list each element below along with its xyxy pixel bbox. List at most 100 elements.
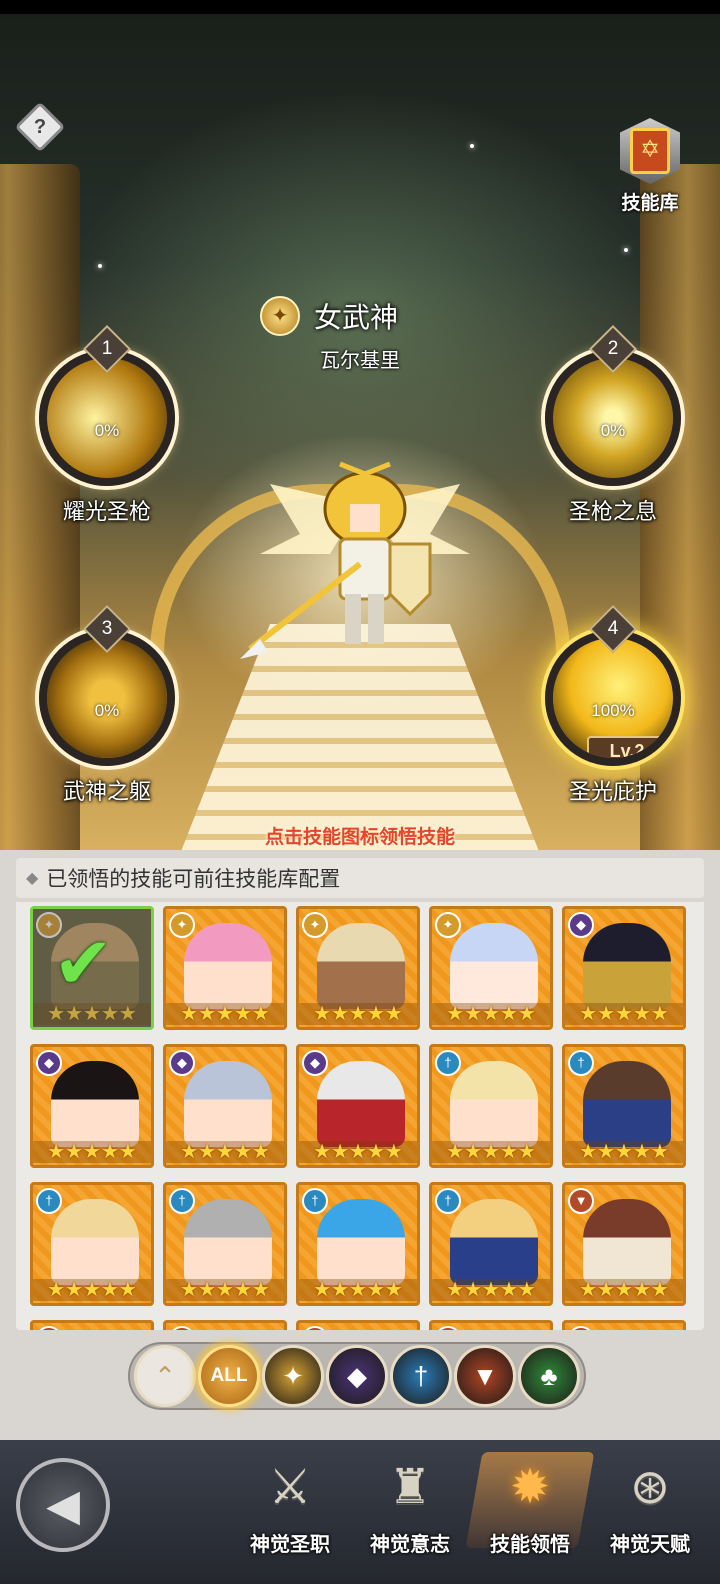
hero-card[interactable]: † ★ ★ ★ ★ ★ (429, 1044, 553, 1168)
star-icon: ★ (47, 1141, 66, 1163)
star-icon: ★ (100, 1141, 119, 1163)
back-button[interactable]: ◀ (16, 1458, 110, 1552)
star-rating: ★ ★ ★ ★ ★ (299, 1141, 417, 1163)
hero-card[interactable]: ▼★★★★★ (562, 1320, 686, 1330)
star-icon: ★ (464, 1279, 483, 1301)
holy-faction-icon: † (36, 1188, 62, 1214)
hero-card[interactable]: † ★ ★ ★ ★ ★ (429, 1182, 553, 1306)
star-icon: ★ (313, 1003, 332, 1025)
star-rating: ★ ★ ★ ★ ★ (33, 1279, 151, 1301)
skill-slot-1[interactable]: 1 0% 耀光圣枪 (32, 324, 182, 526)
hero-portrait (450, 1061, 538, 1147)
hero-card[interactable]: ▼★★★★★ (429, 1320, 553, 1330)
hero-card[interactable]: ▼★★★★★ (296, 1320, 420, 1330)
hero-card[interactable]: ▼★★★★★ (562, 1182, 686, 1306)
skill-library-button[interactable]: ✡ 技能库 (610, 118, 690, 215)
star-rating: ★ ★ ★ ★ ★ (166, 1003, 284, 1025)
hero-card[interactable]: ✦ ★ ★ ★ ★ ★ ✔ (30, 906, 154, 1030)
holy-faction-icon: † (302, 1188, 328, 1214)
hero-scene: ? ✡ 技能库 ✦ 女武神 瓦尔基里 1 0% 耀光圣枪 2 0% 圣枪之息 3… (0, 14, 720, 850)
star-icon: ★ (180, 1141, 199, 1163)
all-filter-icon[interactable]: ALL (198, 1345, 260, 1407)
star-icon: ★ (579, 1141, 598, 1163)
hero-card[interactable]: ◆ ★ ★ ★ ★ ★ (30, 1044, 154, 1168)
sparkle (98, 264, 102, 268)
skill-name: 武神之躯 (62, 779, 151, 804)
holy-faction-icon[interactable]: † (390, 1345, 452, 1407)
double-chevron-icon: ◆ (26, 870, 39, 887)
hero-card[interactable]: † ★ ★ ★ ★ ★ (163, 1182, 287, 1306)
star-icon: ★ (517, 1003, 536, 1025)
hero-card[interactable]: ▼★★★★★ (163, 1320, 287, 1330)
skill-comprehension-icon: ✹ (509, 1461, 551, 1514)
hero-card[interactable]: † ★ ★ ★ ★ ★ (562, 1044, 686, 1168)
hero-card[interactable]: ✦ ★ ★ ★ ★ ★ (429, 906, 553, 1030)
dark-faction-icon: ◆ (302, 1050, 328, 1076)
help-button[interactable]: ? (14, 101, 66, 153)
checkmark-icon: ✔ (53, 924, 114, 1004)
star-icon: ★ (198, 1279, 217, 1301)
star-icon: ★ (632, 1003, 651, 1025)
nature-faction-icon[interactable]: ♣ (518, 1345, 580, 1407)
star-icon: ★ (615, 1003, 633, 1025)
hero-card[interactable]: ◆ ★ ★ ★ ★ ★ (562, 906, 686, 1030)
star-icon: ★ (198, 1141, 217, 1163)
spellbook-icon: ✡ (620, 118, 680, 184)
star-icon: ★ (366, 1003, 385, 1025)
hero-portrait (184, 1061, 272, 1147)
nav-tab-sacred-class[interactable]: ⚔ 神觉圣职 (234, 1450, 346, 1557)
hero-card[interactable]: † ★ ★ ★ ★ ★ (30, 1182, 154, 1306)
divine-will-icon: ♜ (388, 1461, 432, 1514)
nav-tab-skill-comprehension[interactable]: ✹ 技能领悟 (474, 1450, 586, 1557)
chevron-up-icon[interactable]: ⌃ (134, 1345, 196, 1407)
star-icon: ★ (251, 1003, 270, 1025)
skill-slot-3[interactable]: 3 0% 武神之躯 (32, 604, 182, 806)
hero-portrait (317, 1061, 405, 1147)
hero-grid-scroll[interactable]: ✦ ★ ★ ★ ★ ★ ✔ ✦ ★ ★ ★ ★ ★ ✦ ★ ★ ★ ★ ★ ✦ ★ ★ ★ ★ ★ ◆ ★ ★ ★ ★ ★ ◆ ★ ★ ★ ★ ★ ◆ ★ ★… (16, 902, 704, 1330)
hero-name-row: ✦ 女武神 (260, 296, 398, 336)
dark-faction-icon[interactable]: ◆ (326, 1345, 388, 1407)
star-icon: ★ (331, 1279, 350, 1301)
hero-card[interactable]: ✦ ★ ★ ★ ★ ★ (163, 906, 287, 1030)
star-icon: ★ (597, 1003, 616, 1025)
star-rating: ★ ★ ★ ★ ★ (299, 1279, 417, 1301)
skill-number: 3 (101, 618, 113, 639)
hero-card[interactable]: ✦ ★ ★ ★ ★ ★ (296, 906, 420, 1030)
divine-talent-icon: ⊛ (629, 1461, 671, 1514)
hero-card[interactable]: ◆ ★ ★ ★ ★ ★ (296, 1044, 420, 1168)
hero-portrait (184, 923, 272, 1009)
skill-slot-4[interactable]: 4 100% Lv.2 圣光庇护 (538, 604, 688, 806)
dark-faction-icon: ◆ (169, 1050, 195, 1076)
star-icon: ★ (100, 1279, 119, 1301)
light-faction-icon[interactable]: ✦ (262, 1345, 324, 1407)
hero-card[interactable]: ▼★★★★★ (30, 1320, 154, 1330)
star-icon: ★ (464, 1141, 483, 1163)
hero-card[interactable]: † ★ ★ ★ ★ ★ (296, 1182, 420, 1306)
skill-slot-2[interactable]: 2 0% 圣枪之息 (538, 324, 688, 526)
hero-card[interactable]: ◆ ★ ★ ★ ★ ★ (163, 1044, 287, 1168)
back-arrow-icon: ◀ (46, 1480, 80, 1530)
hero-title: 女武神 (314, 302, 399, 333)
beast-faction-icon: ▼ (568, 1326, 594, 1330)
star-rating: ★ ★ ★ ★ ★ (565, 1141, 683, 1163)
beast-faction-icon[interactable]: ▼ (454, 1345, 516, 1407)
star-icon: ★ (83, 1141, 101, 1163)
star-icon: ★ (579, 1003, 598, 1025)
star-icon: ★ (47, 1279, 66, 1301)
skill-number: 2 (607, 338, 619, 359)
star-icon: ★ (384, 1141, 403, 1163)
nav-tab-divine-talent[interactable]: ⊛ 神觉天赋 (594, 1450, 706, 1557)
nav-tab-divine-will[interactable]: ♜ 神觉意志 (354, 1450, 466, 1557)
hero-portrait (51, 1061, 139, 1147)
star-icon: ★ (331, 1003, 350, 1025)
star-icon: ★ (517, 1141, 536, 1163)
skill-name: 耀光圣枪 (62, 499, 151, 524)
valkyrie-sprite (240, 461, 470, 659)
beast-faction-icon: ▼ (302, 1326, 328, 1330)
nav-label: 神觉意志 (370, 1534, 450, 1556)
skill-name: 圣光庇护 (568, 779, 657, 804)
skill-number: 4 (607, 618, 619, 639)
star-icon: ★ (65, 1279, 84, 1301)
star-icon: ★ (482, 1279, 500, 1301)
dark-faction-icon: ◆ (36, 1050, 62, 1076)
